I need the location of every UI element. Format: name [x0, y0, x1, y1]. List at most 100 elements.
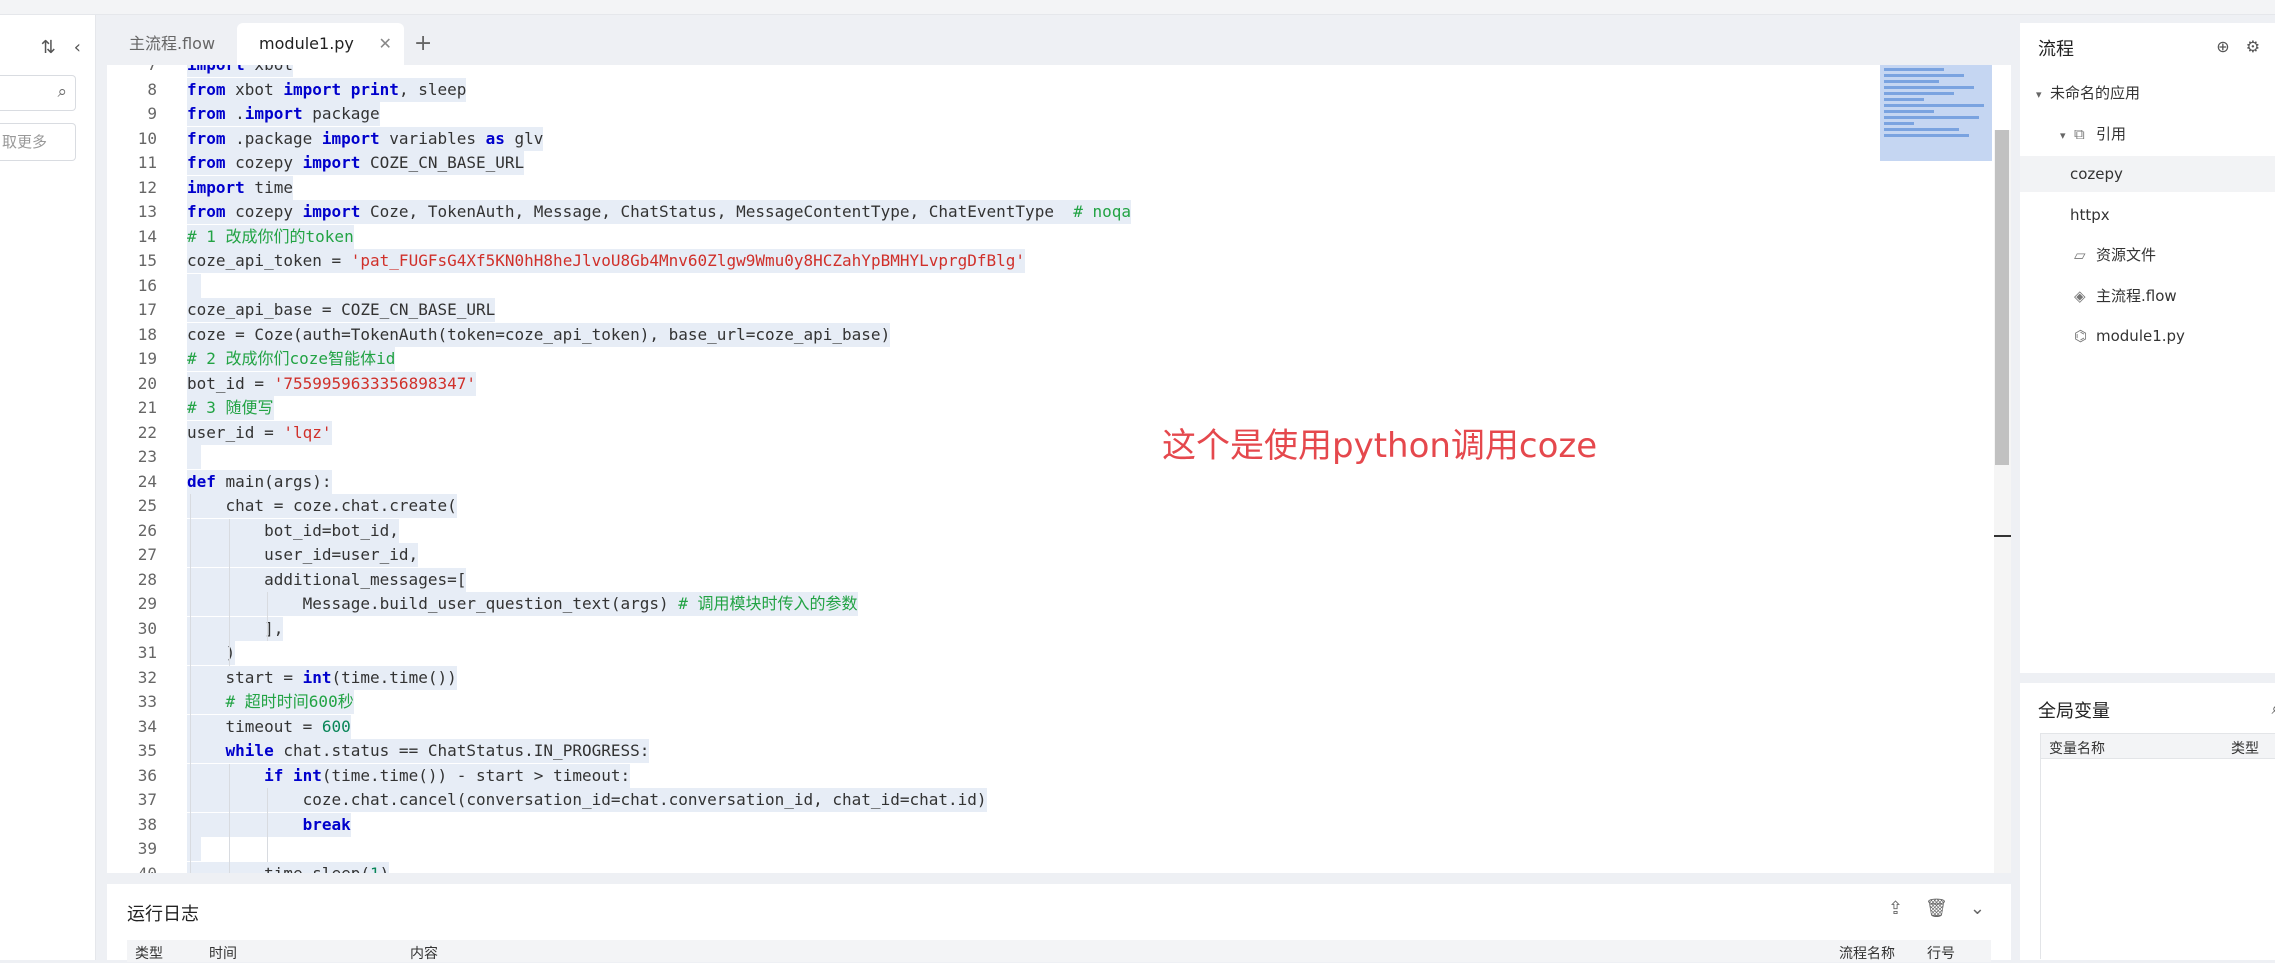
line-number: 22 [137, 422, 157, 442]
chevron-down-icon[interactable]: ⌄ [1970, 898, 1985, 919]
settings-icon[interactable]: ⚙ [2246, 37, 2260, 57]
code-line[interactable]: coze = Coze(auth=TokenAuth(token=coze_ap… [187, 322, 891, 347]
caret-down-icon[interactable]: ▾ [2036, 77, 2050, 113]
code-line[interactable]: ], [187, 616, 284, 641]
trash-icon[interactable]: 🗑 [1925, 898, 1948, 919]
log-col-line: 行号 [1927, 946, 1955, 962]
tab-main-flow[interactable]: 主流程.flow [107, 23, 237, 65]
line-number: 7 [107, 65, 157, 77]
line-number: 13 [137, 202, 157, 221]
gv-col-name: 变量名称 [2049, 741, 2105, 757]
editor-tabs: 主流程.flow module1.py ✕ + [107, 23, 2011, 65]
line-number: 26 [137, 520, 157, 540]
top-toolbar-strip [0, 0, 2275, 15]
get-more-button[interactable]: 取更多 [0, 123, 76, 161]
code-line[interactable]: coze_api_token = 'pat_FUGFsG4Xf5KN0hH8he… [187, 249, 1026, 273]
resource-file-icon: ▱ [2074, 246, 2086, 264]
search-icon[interactable]: ⌕ [57, 82, 67, 102]
line-number: 24 [137, 471, 157, 491]
tree-item[interactable]: ◈ 主流程.flow [2020, 278, 2275, 314]
code-line[interactable]: ) [187, 641, 236, 665]
tree-item[interactable]: ▾ 未命名的应用 [2020, 75, 2275, 111]
line-number: 34 [137, 716, 157, 736]
line-number: 32 [137, 667, 157, 687]
line-number: 8 [147, 79, 157, 99]
log-col-time: 时间 [209, 946, 237, 962]
code-line[interactable]: # 2 改成你们coze智能体id [187, 347, 396, 371]
tree-item[interactable]: httpx [2020, 197, 2275, 233]
indent-guide [229, 518, 230, 666]
line-number: 25 [137, 496, 157, 515]
code-line[interactable]: break [187, 812, 351, 837]
code-line[interactable]: def main(args): [187, 469, 332, 494]
scrollbar-marker [1994, 535, 2011, 537]
log-col-flow: 流程名称 [1839, 946, 1895, 962]
code-line[interactable]: timeout = 600 [187, 714, 351, 739]
code-line[interactable]: chat = coze.chat.create( [187, 494, 457, 518]
code-line[interactable]: # 超时时间600秒 [187, 690, 354, 714]
annotation-text: 这个是使用python调用coze [1162, 426, 1598, 466]
line-number: 23 [137, 447, 157, 466]
code-line[interactable]: while chat.status == ChatStatus.IN_PROGR… [187, 739, 650, 763]
caret-down-icon[interactable]: ▾ [2060, 118, 2074, 154]
line-number: 27 [137, 545, 157, 564]
plus-icon: + [413, 31, 433, 56]
code-area[interactable]: import xbotfrom xbot import print, sleep… [187, 65, 1907, 873]
log-col-content: 内容 [410, 946, 438, 962]
close-icon[interactable]: ✕ [379, 23, 392, 65]
code-line[interactable]: coze.chat.cancel(conversation_id=chat.co… [187, 788, 987, 812]
code-editor[interactable]: 7 8 9 10 11 12 13 14 15 16 17 18 19 20 21 22 23 24 25 26 27 2… [107, 65, 2011, 873]
gv-col-type: 类型 [2231, 741, 2259, 757]
code-line[interactable]: from cozepy import COZE_CN_BASE_URL [187, 151, 525, 175]
code-line[interactable]: from xbot import print, sleep [187, 77, 467, 102]
line-number: 17 [137, 300, 157, 319]
indent-guide [267, 592, 268, 641]
export-icon[interactable]: ⇪ [1888, 898, 1903, 919]
python-icon: ⌬ [2074, 327, 2088, 345]
tree-item[interactable]: ▾ ⧉ 引用 [2020, 116, 2275, 152]
line-number: 16 [137, 275, 157, 295]
code-line[interactable]: from .import package [187, 102, 380, 126]
line-number: 33 [137, 692, 157, 711]
code-line[interactable]: coze_api_base = COZE_CN_BASE_URL [187, 298, 496, 322]
search-input[interactable]: ⌕ [0, 75, 76, 111]
line-number: 10 [137, 128, 157, 148]
add-tab-button[interactable]: + [404, 23, 442, 65]
line-number: 20 [137, 373, 157, 393]
add-flow-icon[interactable]: ⊕ [2216, 37, 2229, 57]
tree-item-label: 引用 [2096, 124, 2127, 143]
left-panel: ⇅ ‹ ⌕ 取更多 [0, 15, 96, 960]
code-line[interactable]: from cozepy import Coze, TokenAuth, Mess… [187, 200, 1132, 224]
minimap[interactable] [1880, 65, 1992, 161]
line-number: 36 [137, 765, 157, 785]
tab-module1[interactable]: module1.py ✕ [237, 23, 404, 65]
code-line[interactable]: # 1 改成你们的token [187, 224, 354, 249]
line-number: 29 [137, 594, 157, 613]
search-icon[interactable]: ⌕ [2271, 699, 2275, 719]
global-variables-body [2040, 759, 2275, 959]
line-number: 15 [137, 251, 157, 270]
code-line[interactable]: import time [187, 175, 293, 200]
code-line[interactable]: import xbot [187, 65, 293, 77]
flow-panel-title: 流程 [2038, 39, 2074, 60]
code-line[interactable]: bot_id = '7559959633356898347' [187, 371, 476, 396]
indent-guide [229, 763, 230, 873]
tree-item[interactable]: cozepy [2020, 156, 2275, 192]
log-table-header: 类型 时间 内容 流程名称 行号 [127, 940, 1991, 962]
line-number: 12 [137, 177, 157, 197]
code-line[interactable]: user_id=user_id, [187, 543, 419, 567]
code-line[interactable]: Message.build_user_question_text(args) #… [187, 592, 858, 616]
code-line[interactable]: from .package import variables as glv [187, 126, 544, 151]
code-line[interactable]: time.sleep(1) [187, 861, 390, 873]
code-line[interactable]: if int(time.time()) - start > timeout: [187, 763, 631, 788]
code-line[interactable]: # 3 随便写 [187, 396, 274, 420]
scrollbar-thumb[interactable] [1995, 130, 2009, 465]
code-line[interactable]: user_id = 'lqz' [187, 420, 332, 445]
tree-item[interactable]: ⌬ module1.py [2020, 318, 2275, 354]
code-line[interactable]: bot_id=bot_id, [187, 518, 399, 543]
code-line[interactable]: start = int(time.time()) [187, 665, 457, 690]
chevron-left-icon[interactable]: ‹ [74, 37, 81, 58]
tree-item[interactable]: ▱ 资源文件 [2020, 237, 2275, 273]
indent-guide [267, 788, 268, 862]
sort-icon[interactable]: ⇅ [41, 37, 56, 58]
